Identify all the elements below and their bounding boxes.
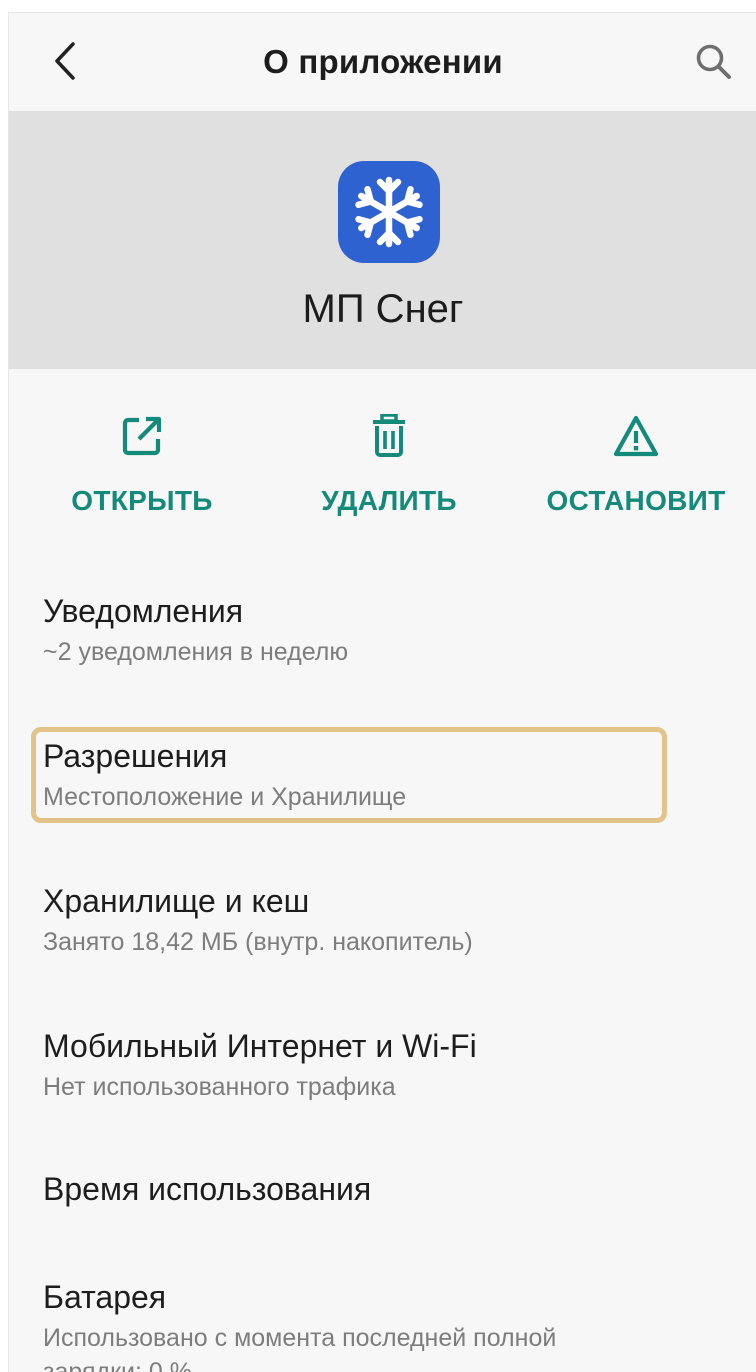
- delete-label: УДАЛИТЬ: [321, 485, 457, 516]
- trash-icon: [373, 414, 405, 457]
- app-name: МП Снег: [302, 287, 464, 331]
- app-header: МП Снег: [9, 111, 756, 369]
- settings-item-title: Разрешения: [43, 738, 228, 774]
- search-button[interactable]: [693, 41, 735, 83]
- force-stop-label: ОСТАНОВИТ: [546, 485, 726, 516]
- app-icon: [338, 161, 440, 263]
- settings-item-subtitle: Местоположение и Хранилище: [43, 783, 407, 811]
- open-label: ОТКРЫТЬ: [71, 485, 213, 516]
- snowflake-icon: [355, 176, 423, 248]
- warning-icon: [613, 415, 659, 457]
- page-title: О приложении: [263, 43, 503, 80]
- delete-button[interactable]: УДАЛИТЬ: [264, 413, 514, 517]
- force-stop-button[interactable]: ОСТАНОВИТ: [511, 413, 756, 517]
- settings-item-subtitle: ~2 уведомления в неделю: [43, 638, 349, 666]
- settings-item-subtitle: Использовано с момента последней полной …: [43, 1324, 557, 1372]
- settings-item-subtitle: Занято 18,42 МБ (внутр. накопитель): [43, 928, 473, 956]
- settings-item-screen-time[interactable]: Время использования: [9, 1163, 756, 1263]
- settings-item-battery[interactable]: Батарея Использовано с момента последней…: [9, 1269, 756, 1372]
- settings-item-title: Время использования: [43, 1171, 372, 1207]
- settings-item-title: Уведомления: [43, 593, 244, 629]
- settings-item-title: Батарея: [43, 1279, 167, 1315]
- app-actions: ОТКРЫТЬ УДАЛИТЬ ОСТАНОВИТ: [9, 369, 756, 549]
- open-button[interactable]: ОТКРЫТЬ: [17, 413, 267, 517]
- settings-item-subtitle: Нет использованного трафика: [43, 1073, 396, 1101]
- search-icon: [696, 44, 731, 79]
- top-bar: О приложении: [9, 13, 756, 111]
- settings-item-notifications[interactable]: Уведомления ~2 уведомления в неделю: [9, 583, 756, 703]
- settings-item-title: Мобильный Интернет и Wi-Fi: [43, 1028, 477, 1064]
- settings-item-title: Хранилище и кеш: [43, 883, 310, 919]
- settings-item-mobile-data[interactable]: Мобильный Интернет и Wi-Fi Нет использов…: [9, 1018, 756, 1138]
- settings-item-permissions[interactable]: Разрешения Местоположение и Хранилище: [9, 728, 756, 848]
- open-external-icon: [122, 416, 162, 456]
- app-info-screen: О приложении МП Снег ОТКРЫТЬ УДАЛИТЬ ОСТ…: [8, 12, 756, 1372]
- settings-item-storage[interactable]: Хранилище и кеш Занято 18,42 МБ (внутр. …: [9, 873, 756, 993]
